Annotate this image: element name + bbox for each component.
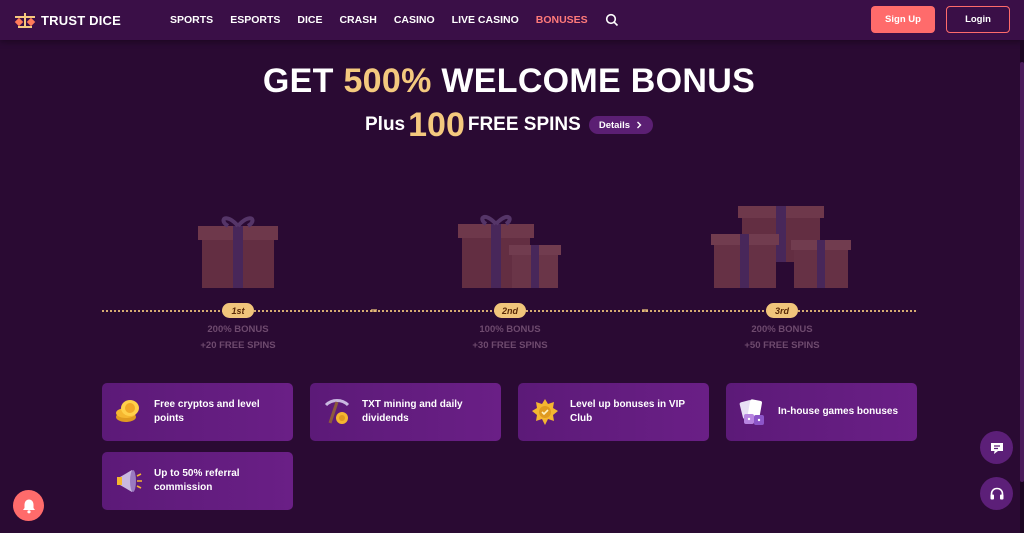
plus-text: Plus — [365, 114, 406, 135]
title-suffix: WELCOME BONUS — [431, 62, 756, 100]
coins-icon — [112, 395, 146, 429]
scrollbar-thumb[interactable] — [1020, 62, 1024, 482]
nav-item-sports[interactable]: SPORTS — [170, 14, 213, 26]
pickaxe-icon — [320, 395, 354, 429]
brand-logo[interactable]: TRUST DICE — [14, 12, 154, 28]
login-button[interactable]: Login — [946, 6, 1010, 33]
chat-button[interactable] — [980, 431, 1013, 464]
top-nav: TRUST DICE SPORTS ESPORTS DICE CRASH CAS… — [0, 0, 1024, 40]
nav-item-crash[interactable]: CRASH — [339, 14, 376, 26]
feature-label: Up to 50% referral commission — [154, 468, 240, 493]
search-icon[interactable] — [605, 13, 619, 27]
nav-item-esports[interactable]: ESPORTS — [230, 14, 280, 26]
free-spins-subtitle: Plus 100 FREE SPINS Details — [0, 108, 1018, 142]
free-spins-text: FREE SPINS — [467, 114, 581, 135]
step-1-spins: +20 FREE SPINS — [200, 340, 276, 351]
feature-card-free-cryptos: Free cryptos and level points — [102, 383, 293, 441]
feature-card-referral: Up to 50% referral commission — [102, 452, 293, 510]
main-menu: SPORTS ESPORTS DICE CRASH CASINO LIVE CA… — [156, 13, 619, 27]
progress-divider — [642, 309, 648, 312]
megaphone-icon — [112, 464, 146, 498]
step-3-bonus: 200% BONUS — [751, 324, 813, 335]
support-button[interactable] — [980, 477, 1013, 510]
cards-dice-icon — [736, 395, 770, 429]
details-button[interactable]: Details — [588, 116, 653, 134]
nav-item-casino[interactable]: CASINO — [394, 14, 435, 26]
title-highlight: 500% — [343, 62, 432, 100]
headset-icon — [990, 487, 1003, 499]
sign-up-button[interactable]: Sign Up — [871, 6, 935, 33]
step-1-bonus: 200% BONUS — [207, 324, 269, 335]
step-2-bonus: 100% BONUS — [479, 324, 541, 335]
nav-item-live-casino[interactable]: LIVE CASINO — [452, 14, 519, 26]
title-prefix: GET — [262, 62, 344, 100]
gift-boxes-stack-icon — [711, 206, 851, 288]
dice-logo-icon — [14, 13, 36, 28]
step-1-details: 200% BONUS +20 FREE SPINS — [168, 322, 308, 354]
step-badge-3: 3rd — [766, 303, 798, 318]
gift-box-icon — [198, 216, 278, 288]
step-badge-1: 1st — [222, 303, 254, 318]
feature-card-vip-club: Level up bonuses in VIP Club — [518, 383, 709, 441]
vip-badge-icon — [528, 395, 562, 429]
feature-label: Level up bonuses in VIP Club — [570, 399, 685, 424]
feature-label: TXT mining and daily dividends — [362, 399, 463, 424]
step-3-details: 200% BONUS +50 FREE SPINS — [712, 322, 852, 354]
details-label: Details — [598, 119, 630, 131]
welcome-bonus-title: GET 500% WELCOME BONUS — [0, 62, 1018, 101]
chevron-right-icon — [637, 121, 642, 129]
brand-name: TRUST DICE — [41, 12, 121, 28]
spins-number: 100 — [408, 106, 465, 144]
step-2-spins: +30 FREE SPINS — [472, 340, 548, 351]
bell-icon — [22, 499, 35, 513]
chat-icon — [990, 442, 1003, 454]
step-badge-2: 2nd — [494, 303, 526, 318]
step-3-spins: +50 FREE SPINS — [744, 340, 820, 351]
nav-item-dice[interactable]: DICE — [297, 14, 322, 26]
notification-button[interactable] — [13, 490, 44, 521]
gift-boxes-pair-icon — [458, 214, 561, 288]
feature-card-in-house-games: In-house games bonuses — [726, 383, 917, 441]
progress-divider — [371, 309, 377, 312]
nav-item-bonuses[interactable]: BONUSES — [536, 14, 588, 26]
step-2-details: 100% BONUS +30 FREE SPINS — [440, 322, 580, 354]
feature-label: In-house games bonuses — [778, 406, 899, 417]
feature-label: Free cryptos and level points — [154, 399, 260, 424]
feature-card-txt-mining: TXT mining and daily dividends — [310, 383, 501, 441]
